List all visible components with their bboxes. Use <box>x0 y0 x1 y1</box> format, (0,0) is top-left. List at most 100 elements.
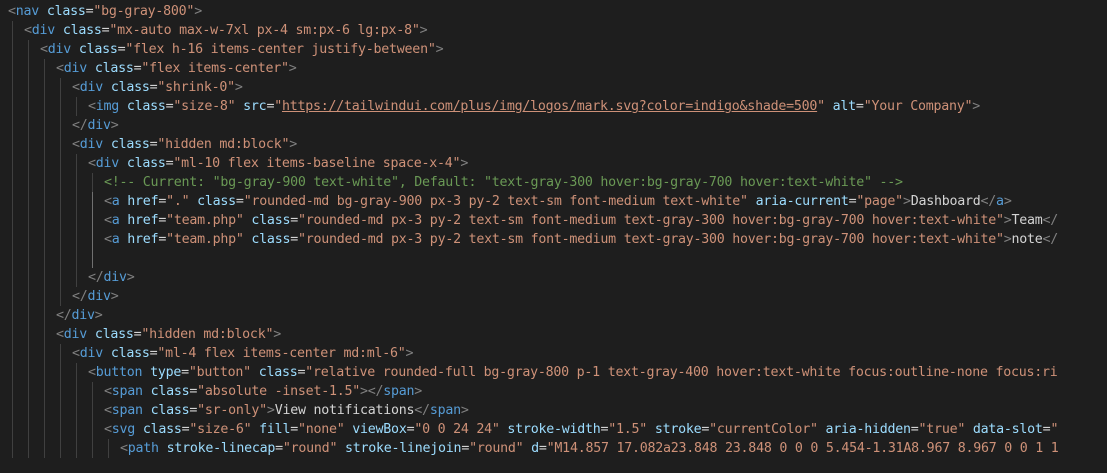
code-line[interactable] <box>0 249 1107 268</box>
indent-guide <box>28 173 29 192</box>
code-token: = <box>910 422 919 437</box>
code-token: class <box>197 194 236 209</box>
indent-guide <box>44 439 45 458</box>
code-line[interactable]: <span class="absolute -inset-1.5"></span… <box>0 382 1107 401</box>
code-line[interactable]: </div> <box>0 306 1107 325</box>
code-token: > <box>460 156 469 171</box>
code-token: > <box>405 346 414 361</box>
indent-guide <box>28 420 29 439</box>
code-line[interactable]: <img class="size-8" src="https://tailwin… <box>0 97 1107 116</box>
code-line[interactable]: <div class="shrink-0"> <box>0 78 1107 97</box>
code-token: < <box>72 80 80 95</box>
code-line-content: <button type="button" class="relative ro… <box>88 363 1058 382</box>
code-token: < <box>8 4 16 19</box>
code-token: < <box>88 99 96 114</box>
code-token: "page" <box>856 194 903 209</box>
indent-guide <box>12 401 13 420</box>
code-line[interactable]: <div class="mx-auto max-w-7xl px-4 sm:px… <box>0 21 1107 40</box>
code-line[interactable]: <!-- Current: "bg-gray-900 text-white", … <box>0 173 1107 192</box>
code-token: div <box>79 80 104 95</box>
code-line[interactable]: <div class="flex items-center"> <box>0 59 1107 78</box>
code-token: type <box>150 365 182 380</box>
indent-guide <box>28 382 29 401</box>
code-line-content: <!-- Current: "bg-gray-900 text-white", … <box>104 173 903 192</box>
code-line-content: <div class="hidden md:block"> <box>56 325 281 344</box>
code-token: < <box>24 23 32 38</box>
code-token: = <box>290 422 298 437</box>
code-token: "rounded-md bg-gray-900 px-3 py-2 text-s… <box>243 194 748 209</box>
code-token: > <box>902 194 911 209</box>
indent-guide <box>60 439 61 458</box>
code-line[interactable]: </div> <box>0 116 1107 135</box>
code-token: "team.php" <box>166 232 244 247</box>
code-token: aria-hidden <box>825 422 911 437</box>
code-line[interactable]: <a href="." class="rounded-md bg-gray-90… <box>0 192 1107 211</box>
code-token: "rounded-md px-3 py-2 text-sm font-mediu… <box>297 232 1004 247</box>
code-editor[interactable]: <nav class="bg-gray-800"> <div class="mx-… <box>0 0 1107 473</box>
code-token: > <box>266 403 275 418</box>
indent-guide <box>76 154 77 173</box>
indent-guide <box>108 439 109 458</box>
code-token: class <box>94 61 134 76</box>
indent-guide <box>28 116 29 135</box>
indent-guide <box>60 420 61 439</box>
code-token: "round" <box>282 441 338 456</box>
indent-guide <box>60 135 61 154</box>
indent-guide <box>60 116 61 135</box>
indent-guide <box>28 40 29 59</box>
indent-guide <box>60 173 61 192</box>
code-line[interactable]: <div class="hidden md:block"> <box>0 135 1107 154</box>
code-line[interactable]: </div> <box>0 268 1107 287</box>
code-line[interactable]: <div class="ml-10 flex items-baseline sp… <box>0 154 1107 173</box>
code-token: </ <box>56 308 72 323</box>
code-line[interactable]: <nav class="bg-gray-800"> <box>0 2 1107 21</box>
code-line[interactable]: </div> <box>0 287 1107 306</box>
indent-guide <box>76 192 77 211</box>
indent-guide <box>76 173 77 192</box>
indent-guide <box>28 439 29 458</box>
code-token: < <box>104 194 112 209</box>
indent-guide <box>12 382 13 401</box>
code-token: div <box>31 23 56 38</box>
indent-guide <box>12 78 13 97</box>
code-token: path <box>127 441 159 456</box>
indent-guide <box>12 97 13 116</box>
indent-guide <box>44 135 45 154</box>
code-token: > <box>419 23 428 38</box>
code-line[interactable]: <div class="ml-4 flex items-center md:ml… <box>0 344 1107 363</box>
indent-guide <box>76 363 77 382</box>
code-token: Dashboard <box>910 194 981 209</box>
code-token: "ml-4 flex items-center md:ml-6" <box>157 346 406 361</box>
code-line[interactable]: <svg class="size-6" fill="none" viewBox=… <box>0 420 1107 439</box>
code-line[interactable]: <a href="team.php" class="rounded-md px-… <box>0 230 1107 249</box>
code-token: = <box>189 403 198 418</box>
code-token: <!-- Current: "bg-gray-900 text-white", … <box>104 175 903 190</box>
code-line-content: <div class="ml-4 flex items-center md:ml… <box>72 344 414 363</box>
code-line[interactable]: <a href="team.php" class="rounded-md px-… <box>0 211 1107 230</box>
code-token: < <box>88 365 96 380</box>
code-line-content: <div class="shrink-0"> <box>72 78 243 97</box>
code-token: alt <box>832 99 857 114</box>
code-token: span <box>383 384 415 399</box>
code-line[interactable]: <div class="hidden md:block"> <box>0 325 1107 344</box>
code-token: </ <box>980 194 997 209</box>
code-token: > <box>126 270 135 285</box>
indent-guide <box>12 420 13 439</box>
indent-guide <box>28 78 29 97</box>
code-line[interactable]: <path stroke-linecap="round" stroke-line… <box>0 439 1107 458</box>
code-token: " <box>1050 422 1059 437</box>
code-line[interactable]: <button type="button" class="relative ro… <box>0 363 1107 382</box>
code-line-content: <div class="flex h-16 items-center justi… <box>40 40 444 59</box>
code-token: span <box>429 403 461 418</box>
code-line[interactable]: <div class="flex h-16 items-center justi… <box>0 40 1107 59</box>
indent-guide <box>92 382 93 401</box>
code-line[interactable]: <span class="sr-only">View notifications… <box>0 401 1107 420</box>
code-token: div <box>47 42 72 57</box>
code-token: "none" <box>297 422 345 437</box>
code-token: = <box>701 422 710 437</box>
